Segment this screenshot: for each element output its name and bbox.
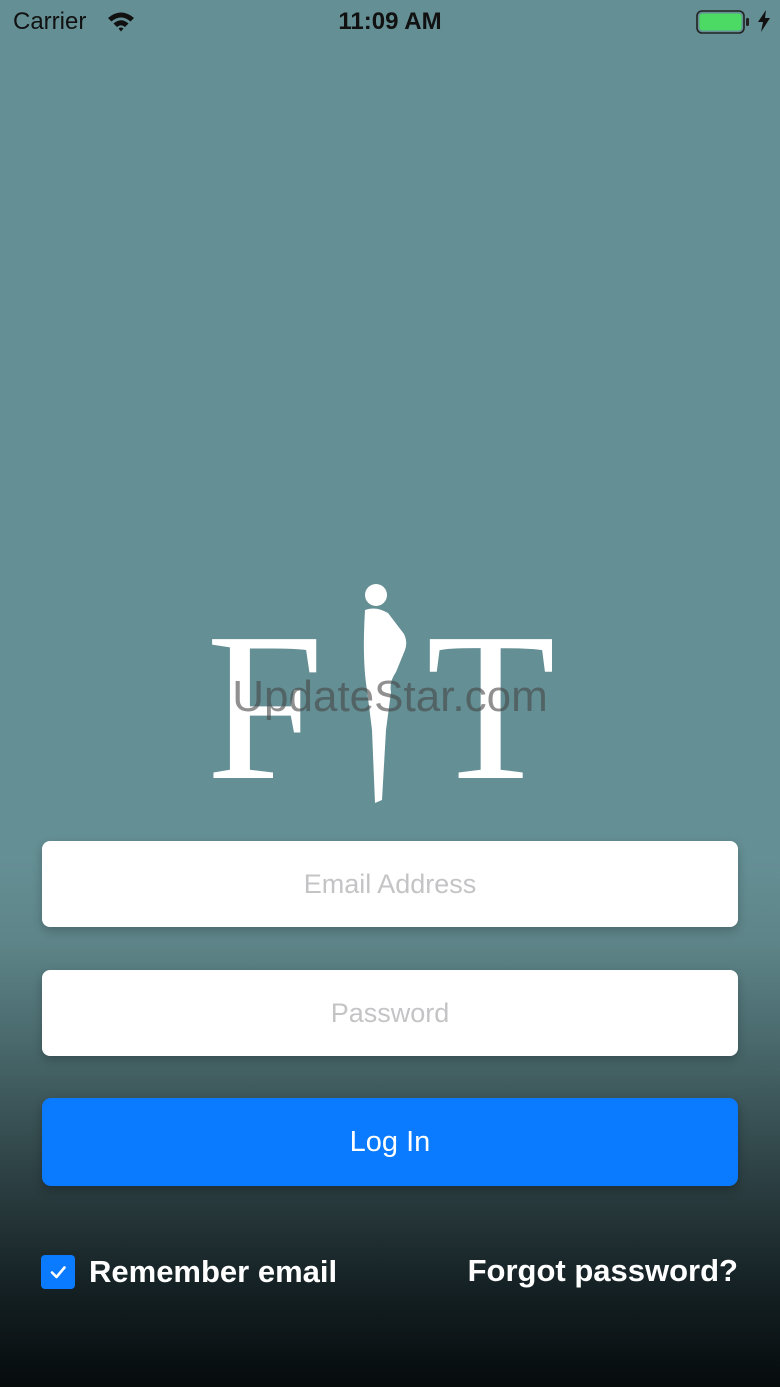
login-button[interactable]: Log In <box>42 1098 738 1186</box>
status-time: 11:09 AM <box>338 8 442 35</box>
status-bar: Carrier 11:09 AM <box>0 0 780 44</box>
password-field[interactable] <box>42 970 738 1056</box>
battery-icon <box>696 10 749 34</box>
remember-email-checkbox[interactable] <box>41 1255 75 1289</box>
remember-email-toggle[interactable]: Remember email <box>41 1252 337 1292</box>
remember-email-label: Remember email <box>89 1254 338 1289</box>
checkmark-icon <box>50 1266 66 1279</box>
email-field[interactable] <box>42 841 738 927</box>
charging-bolt-icon <box>758 10 770 32</box>
forgot-password-link[interactable]: Forgot password? <box>468 1253 738 1289</box>
watermark: UpdateStar.com <box>232 672 548 721</box>
